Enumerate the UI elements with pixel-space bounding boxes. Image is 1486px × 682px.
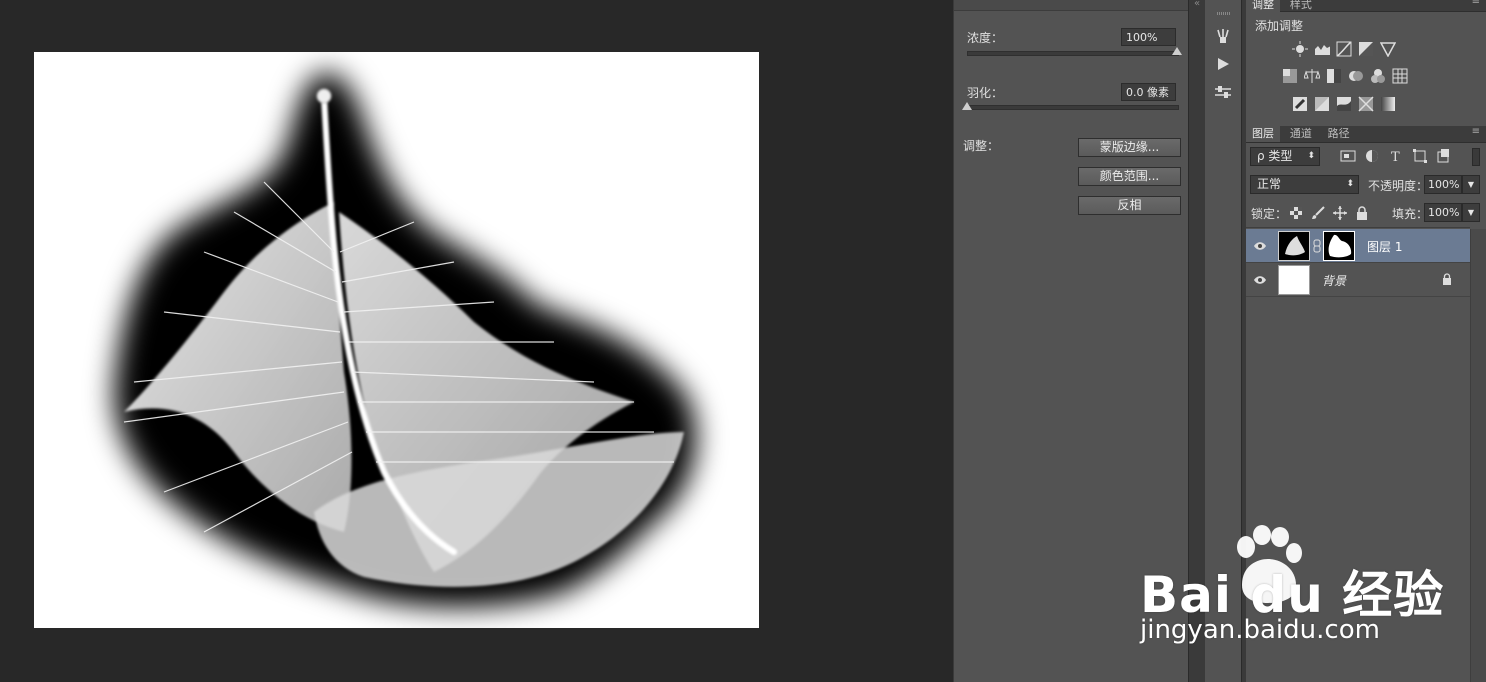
visibility-eye-icon[interactable] xyxy=(1253,241,1267,251)
lock-icons xyxy=(1289,206,1369,220)
layer-row-layer1[interactable]: 图层 1 xyxy=(1246,229,1470,263)
filter-type-icon[interactable]: T xyxy=(1388,148,1404,164)
adjust-label: 调整： xyxy=(963,139,1000,153)
add-adjustment-label: 添加调整 xyxy=(1255,19,1304,33)
lock-image-brush-icon[interactable] xyxy=(1311,206,1325,220)
layer-thumbnail[interactable] xyxy=(1278,231,1310,261)
grip-icon[interactable] xyxy=(1217,12,1231,15)
selective-color-icon[interactable] xyxy=(1358,96,1374,112)
feather-slider-thumb[interactable] xyxy=(962,102,972,110)
layer-filter-icons: T xyxy=(1340,148,1452,164)
threshold-icon[interactable] xyxy=(1336,96,1352,112)
blend-mode-value: 正常 xyxy=(1257,177,1282,191)
layer-row-background[interactable]: 背景 xyxy=(1246,263,1470,297)
density-slider-track[interactable] xyxy=(967,51,1179,56)
brush-presets-icon[interactable] xyxy=(1205,24,1241,48)
blend-mode-select[interactable]: 正常 ⬍ xyxy=(1250,175,1359,194)
color-range-button[interactable]: 颜色范围... xyxy=(1078,167,1181,186)
invert-button[interactable]: 反相 xyxy=(1078,196,1181,215)
visibility-eye-icon[interactable] xyxy=(1253,275,1267,285)
collapse-arrows-icon[interactable]: « xyxy=(1194,0,1200,9)
black-white-icon[interactable] xyxy=(1326,68,1342,84)
layer-filter-value: ρ 类型 xyxy=(1257,149,1293,163)
density-label: 浓度： xyxy=(967,31,1004,45)
feather-image xyxy=(34,52,759,628)
exposure-icon[interactable] xyxy=(1358,41,1374,57)
lock-label: 锁定： xyxy=(1251,207,1288,221)
adjust-sliders-icon[interactable] xyxy=(1205,80,1241,104)
svg-text:T: T xyxy=(1391,150,1400,164)
mask-edge-button[interactable]: 蒙版边缘... xyxy=(1078,138,1181,157)
feather-slider-track[interactable] xyxy=(967,105,1179,110)
filter-shape-icon[interactable] xyxy=(1412,148,1428,164)
mask-link-chain-icon[interactable] xyxy=(1313,239,1321,253)
gradient-triangle-icon[interactable] xyxy=(1380,41,1396,57)
filter-toggle[interactable] xyxy=(1472,148,1480,166)
adjustment-icons-row-2 xyxy=(1282,68,1408,84)
feather-label: 羽化： xyxy=(967,86,1004,100)
chevron-updown-icon: ⬍ xyxy=(1307,151,1315,161)
panel-menu-icon[interactable]: ≡ xyxy=(1472,0,1480,7)
panel-header-bar xyxy=(954,0,1189,11)
photo-filter-icon[interactable] xyxy=(1348,68,1364,84)
layers-scrollbar[interactable] xyxy=(1470,229,1486,682)
watermark-url: jingyan.baidu.com xyxy=(1140,615,1380,645)
layers-menu-icon[interactable]: ≡ xyxy=(1472,126,1480,137)
layer-mask-thumbnail[interactable] xyxy=(1323,231,1355,261)
layers-tabbar: 图层 通道 路径 ≡ xyxy=(1246,126,1486,143)
adjustment-icons-row-3 xyxy=(1292,96,1396,112)
adjustments-tabbar: 调整 样式 ≡ xyxy=(1246,0,1486,12)
opacity-label: 不透明度： xyxy=(1368,179,1429,193)
filter-adjustment-icon[interactable] xyxy=(1364,148,1380,164)
posterize-icon[interactable] xyxy=(1314,96,1330,112)
fill-label: 填充： xyxy=(1392,207,1429,221)
play-actions-icon[interactable] xyxy=(1205,52,1241,76)
fill-dropdown-icon[interactable]: ▼ xyxy=(1462,203,1480,222)
tab-layers[interactable]: 图层 xyxy=(1246,126,1280,142)
feather-field[interactable]: 0.0 像素 xyxy=(1121,83,1176,101)
gradient-map-icon[interactable] xyxy=(1380,96,1396,112)
lock-transparent-icon[interactable] xyxy=(1289,206,1303,220)
adjustment-icons-row-1 xyxy=(1292,41,1396,57)
density-field[interactable]: 100% xyxy=(1121,28,1176,46)
layer-name[interactable]: 背景 xyxy=(1322,272,1346,289)
curves-icon[interactable] xyxy=(1336,41,1352,57)
tab-styles[interactable]: 样式 xyxy=(1284,0,1318,12)
layer-filter-select[interactable]: ρ 类型 ⬍ xyxy=(1250,147,1320,166)
canvas-area xyxy=(0,0,953,682)
divider xyxy=(1246,227,1470,228)
tab-channels[interactable]: 通道 xyxy=(1284,126,1318,142)
color-lookup-icon[interactable] xyxy=(1392,68,1408,84)
levels-icon[interactable] xyxy=(1314,41,1330,57)
vibrance-icon[interactable] xyxy=(1282,68,1298,84)
chevron-updown-icon: ⬍ xyxy=(1346,179,1354,189)
channel-mixer-icon[interactable] xyxy=(1370,68,1386,84)
filter-pixel-icon[interactable] xyxy=(1340,148,1356,164)
color-balance-icon[interactable] xyxy=(1304,68,1320,84)
layer-lock-icon xyxy=(1443,273,1451,285)
lock-position-move-icon[interactable] xyxy=(1333,206,1347,220)
layer-name[interactable]: 图层 1 xyxy=(1367,238,1402,255)
lock-all-icon[interactable] xyxy=(1355,206,1369,220)
tab-adjustments[interactable]: 调整 xyxy=(1246,0,1280,12)
brightness-icon[interactable] xyxy=(1292,41,1308,57)
baidu-watermark: Bai du 经验 jingyan.baidu.com xyxy=(1140,525,1443,655)
invert-icon[interactable] xyxy=(1292,96,1308,112)
tab-paths[interactable]: 路径 xyxy=(1322,126,1356,142)
document-image[interactable] xyxy=(34,52,759,628)
opacity-field[interactable]: 100% xyxy=(1424,175,1462,194)
filter-smart-object-icon[interactable] xyxy=(1436,148,1452,164)
fill-field[interactable]: 100% xyxy=(1424,203,1462,222)
opacity-dropdown-icon[interactable]: ▼ xyxy=(1462,175,1480,194)
background-thumbnail[interactable] xyxy=(1278,265,1310,295)
density-slider-thumb[interactable] xyxy=(1172,47,1182,55)
